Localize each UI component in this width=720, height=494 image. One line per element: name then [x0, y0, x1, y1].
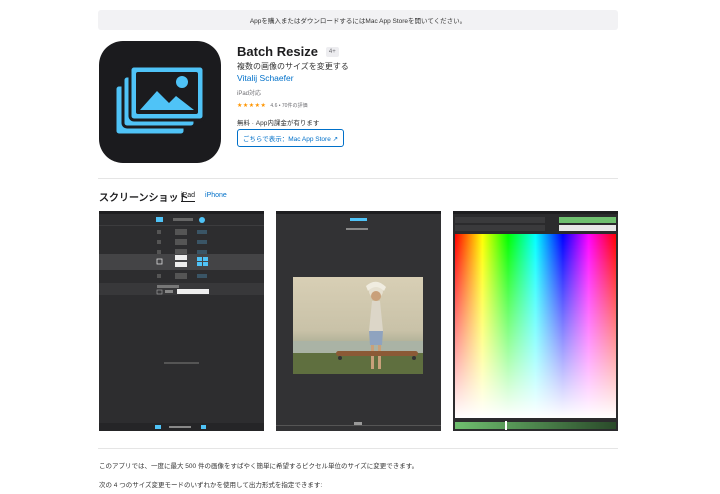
app-subtitle: 複数の画像のサイズを変更する [237, 62, 349, 71]
description-line-2: 次の 4 つのサイズ変更モードのいずれかを使用して出力形式を指定できます: [99, 482, 323, 489]
age-rating-badge: 4+ [325, 46, 339, 57]
section-divider [98, 178, 618, 179]
description-line-1: このアプリでは、一度に最大 500 件の画像をすばやく簡単に希望するピクセル単位… [99, 463, 419, 470]
photo-stack-icon [113, 64, 206, 137]
screenshots-heading: スクリーンショット [99, 193, 189, 204]
tab-iphone[interactable]: iPhone [205, 192, 227, 202]
app-icon [99, 41, 221, 163]
developer-link[interactable]: Vitalij Schaefer [237, 73, 294, 83]
banner-text: Appを購入またはダウンロードするにはMac App Storeを開いてください… [249, 18, 467, 25]
rating-row: ★★★★★ 4.6 • 70件の評価 [237, 102, 307, 109]
screenshot-color-picker[interactable] [453, 211, 618, 431]
screenshot-settings[interactable] [99, 211, 264, 431]
star-rating-icon: ★★★★★ [237, 103, 267, 109]
open-mac-app-store-banner: Appを購入またはダウンロードするにはMac App Storeを開いてください… [98, 10, 618, 30]
screenshot-photo-preview[interactable] [276, 211, 441, 431]
app-title: Batch Resize [237, 44, 318, 59]
tab-ipad[interactable]: iPad [181, 192, 196, 202]
rating-summary: 4.6 • 70件の評価 [270, 103, 308, 109]
price-info: 無料 · App内課金が有ります [237, 120, 320, 127]
view-in-mac-app-store-button[interactable]: ごちらで表示：Mac App Store ↗ [237, 129, 344, 147]
device-compatibility: iPad対応 [237, 91, 262, 97]
section-divider [98, 448, 618, 449]
device-tabs: iPad iPhone [181, 192, 227, 202]
